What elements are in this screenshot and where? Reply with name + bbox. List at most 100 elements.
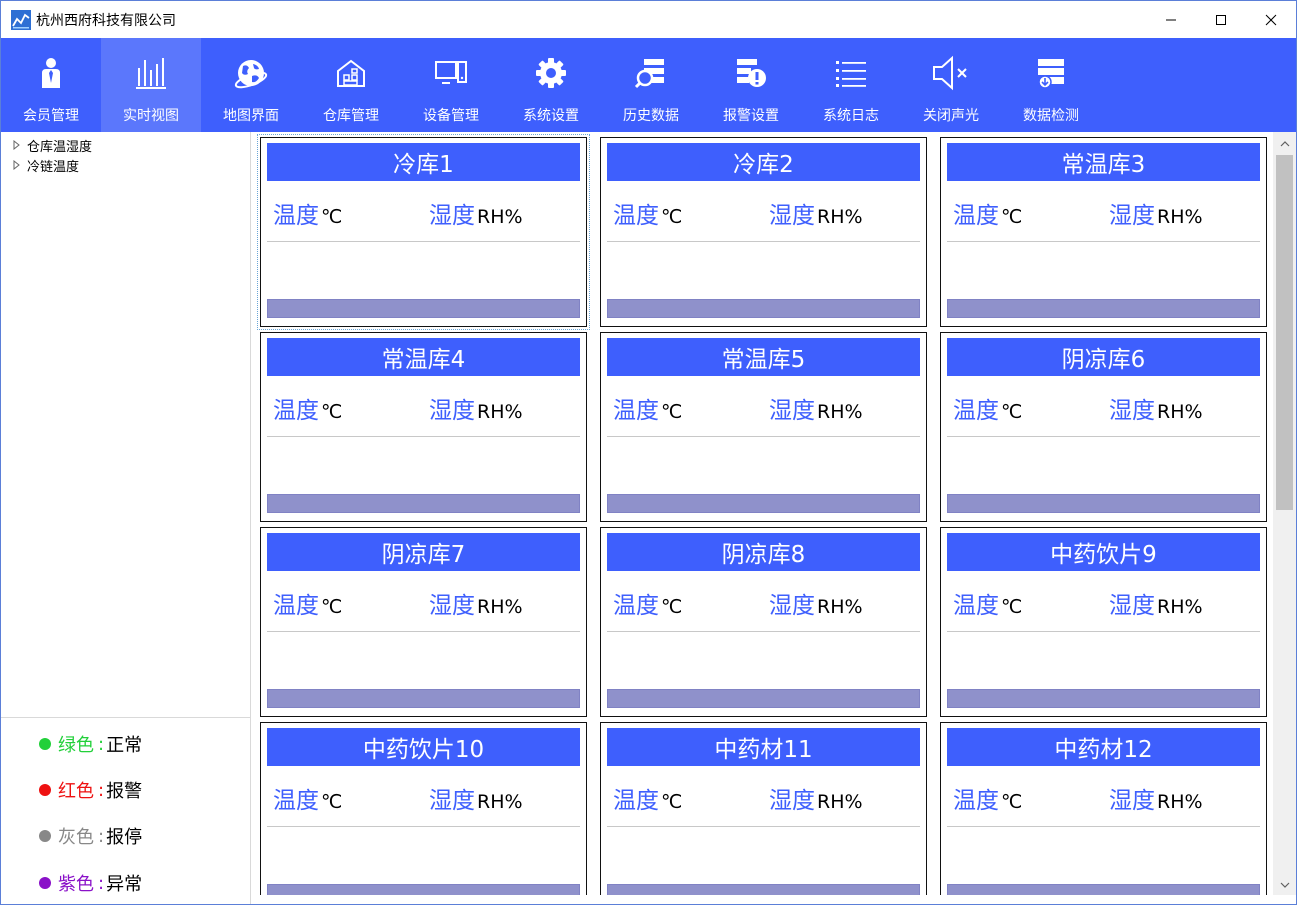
sensor-card[interactable]: 中药材11 温度 ℃ 湿度 RH%: [600, 722, 927, 895]
toolbar-item-label: 系统设置: [523, 108, 579, 124]
toolbar-item-label: 仓库管理: [323, 108, 379, 124]
devices-icon: [431, 53, 471, 93]
card-title: 中药材12: [947, 728, 1260, 766]
temperature-unit: ℃: [1001, 791, 1023, 813]
expand-arrow-icon[interactable]: [11, 159, 23, 171]
expand-arrow-icon[interactable]: [11, 139, 23, 151]
card-divider: [947, 436, 1260, 437]
toolbar-item-data-check[interactable]: 数据检测: [1001, 38, 1101, 132]
tree-item-label: 仓库温湿度: [27, 139, 93, 155]
humidity-unit: RH%: [817, 206, 863, 228]
card-divider: [267, 241, 580, 242]
card-title: 常温库5: [607, 338, 920, 376]
temperature-unit: ℃: [661, 401, 683, 423]
close-button[interactable]: [1246, 1, 1296, 38]
card-title: 常温库3: [947, 143, 1260, 181]
maximize-button[interactable]: [1196, 1, 1246, 38]
vertical-scrollbar[interactable]: [1273, 132, 1296, 895]
minimize-icon: [1166, 19, 1176, 20]
temperature-readout: 温度 ℃: [953, 586, 1022, 620]
toolbar-item-settings[interactable]: 系统设置: [501, 38, 601, 132]
scrollbar-thumb[interactable]: [1276, 155, 1293, 510]
card-divider: [267, 631, 580, 632]
sensor-card[interactable]: 阴凉库6 温度 ℃ 湿度 RH%: [940, 332, 1267, 522]
sensor-card[interactable]: 中药饮片10 温度 ℃ 湿度 RH%: [260, 722, 587, 895]
legend-color-name: 灰色: [58, 827, 94, 848]
card-title: 阴凉库7: [267, 533, 580, 571]
maximize-icon: [1216, 14, 1226, 25]
realtime-chart-icon: [131, 53, 171, 93]
toolbar-item-label: 地图界面: [223, 108, 279, 124]
humidity-unit: RH%: [817, 791, 863, 813]
temperature-readout: 温度 ℃: [273, 196, 342, 230]
humidity-label: 湿度: [1109, 398, 1155, 424]
chevron-down-icon: [1280, 882, 1289, 888]
green-dot-icon: [39, 738, 51, 750]
humidity-readout: 湿度 RH%: [429, 781, 523, 815]
toolbar-item-member[interactable]: 会员管理: [1, 38, 101, 132]
humidity-label: 湿度: [769, 593, 815, 619]
status-bar: [607, 494, 920, 513]
toolbar-item-system-log[interactable]: 系统日志: [801, 38, 901, 132]
tree-item-label: 冷链温度: [27, 159, 80, 175]
data-check-icon: [1031, 53, 1071, 93]
globe-icon: [231, 53, 271, 93]
status-bar: [947, 299, 1260, 318]
legend-separator: :: [98, 872, 105, 894]
card-divider: [267, 826, 580, 827]
legend-meaning: 异常: [106, 874, 143, 895]
temperature-readout: 温度 ℃: [613, 196, 682, 230]
toolbar-item-realtime[interactable]: 实时视图: [101, 38, 201, 132]
toolbar-item-map[interactable]: 地图界面: [201, 38, 301, 132]
sensor-card[interactable]: 常温库3 温度 ℃ 湿度 RH%: [940, 137, 1267, 327]
legend-separator: :: [98, 779, 105, 801]
temperature-label: 温度: [273, 593, 319, 619]
sensor-card[interactable]: 冷库2 温度 ℃ 湿度 RH%: [600, 137, 927, 327]
tree-item-warehouse-temp-humidity[interactable]: 仓库温湿度: [1, 135, 250, 155]
mute-icon: [931, 53, 971, 93]
card-divider: [607, 241, 920, 242]
gray-dot-icon: [39, 830, 51, 842]
sensor-card[interactable]: 中药材12 温度 ℃ 湿度 RH%: [940, 722, 1267, 895]
card-divider: [267, 436, 580, 437]
humidity-unit: RH%: [477, 596, 523, 618]
temperature-readout: 温度 ℃: [273, 586, 342, 620]
humidity-readout: 湿度 RH%: [769, 196, 863, 230]
humidity-readout: 湿度 RH%: [429, 586, 523, 620]
temperature-readout: 温度 ℃: [613, 781, 682, 815]
toolbar-item-warehouse[interactable]: 仓库管理: [301, 38, 401, 132]
toolbar-item-devices[interactable]: 设备管理: [401, 38, 501, 132]
toolbar-item-history[interactable]: 历史数据: [601, 38, 701, 132]
scroll-down-button[interactable]: [1273, 875, 1296, 895]
card-title: 冷库1: [267, 143, 580, 181]
legend-meaning: 正常: [106, 735, 143, 756]
temperature-label: 温度: [953, 203, 999, 229]
sensor-card[interactable]: 阴凉库7 温度 ℃ 湿度 RH%: [260, 527, 587, 717]
sensor-card[interactable]: 常温库4 温度 ℃ 湿度 RH%: [260, 332, 587, 522]
temperature-unit: ℃: [321, 401, 343, 423]
temperature-readout: 温度 ℃: [953, 391, 1022, 425]
legend-separator: :: [98, 825, 105, 847]
humidity-label: 湿度: [429, 203, 475, 229]
card-divider: [607, 631, 920, 632]
chevron-up-icon: [1280, 141, 1289, 147]
humidity-readout: 湿度 RH%: [1109, 196, 1203, 230]
status-bar: [267, 494, 580, 513]
sensor-card[interactable]: 冷库1 温度 ℃ 湿度 RH%: [257, 134, 590, 330]
humidity-label: 湿度: [429, 593, 475, 619]
card-title: 中药材11: [607, 728, 920, 766]
temperature-label: 温度: [953, 593, 999, 619]
red-dot-icon: [39, 784, 51, 796]
toolbar-item-alarm-settings[interactable]: 报警设置: [701, 38, 801, 132]
legend-color-name: 红色: [58, 781, 94, 802]
toolbar-item-label: 历史数据: [623, 108, 679, 124]
tree-item-cold-chain-temp[interactable]: 冷链温度: [1, 155, 250, 175]
sensor-card[interactable]: 常温库5 温度 ℃ 湿度 RH%: [600, 332, 927, 522]
sensor-card[interactable]: 阴凉库8 温度 ℃ 湿度 RH%: [600, 527, 927, 717]
main-toolbar: 会员管理 实时视图 地图界面 仓库管理 设备管理 系统设置 历史数据 报警设置 …: [1, 38, 1296, 132]
humidity-unit: RH%: [477, 791, 523, 813]
minimize-button[interactable]: [1146, 1, 1196, 38]
toolbar-item-mute[interactable]: 关闭声光: [901, 38, 1001, 132]
scroll-up-button[interactable]: [1273, 134, 1296, 154]
sensor-card[interactable]: 中药饮片9 温度 ℃ 湿度 RH%: [940, 527, 1267, 717]
